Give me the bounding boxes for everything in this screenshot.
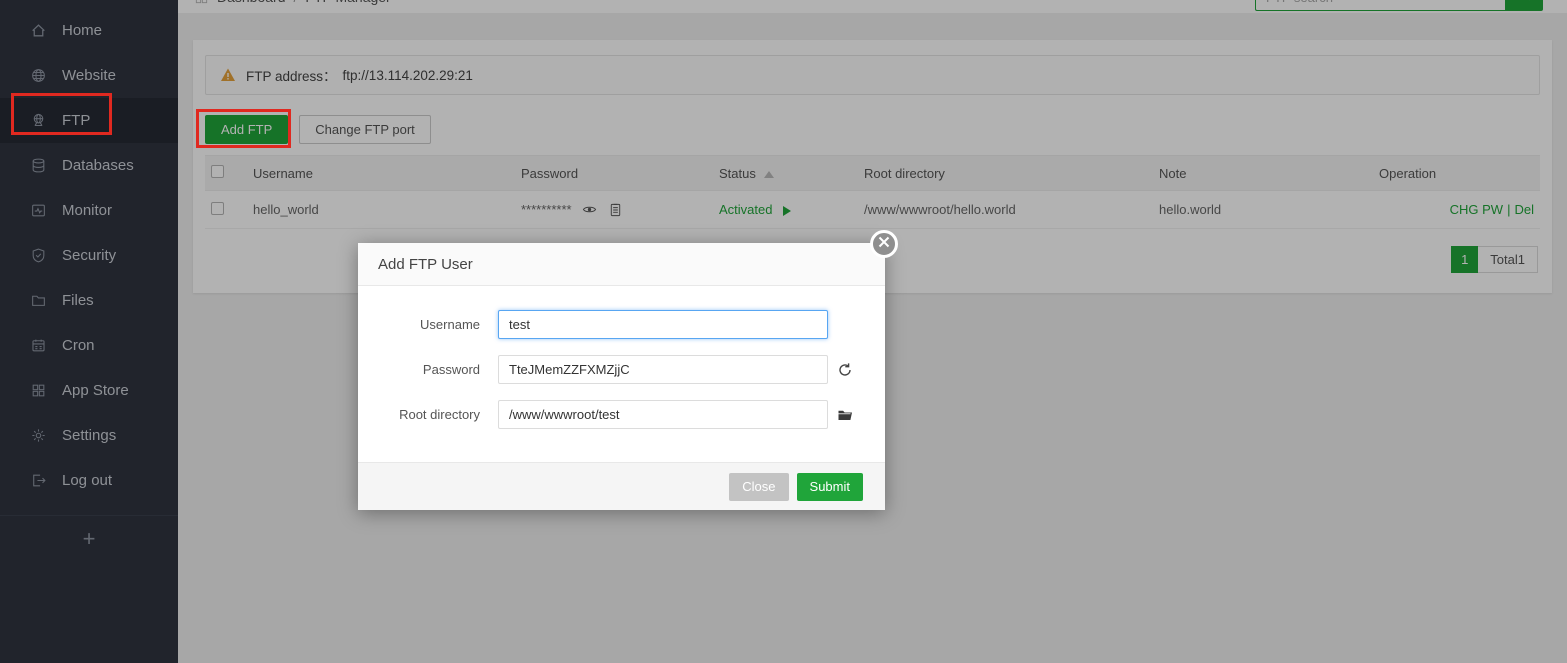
add-ftp-user-modal: Add FTP User Username Password Root dire… [358,243,885,510]
modal-cancel-button[interactable]: Close [729,473,788,501]
password-field[interactable] [498,355,828,384]
root-directory-field[interactable] [498,400,828,429]
modal-body: Username Password Root directory [358,286,885,429]
modal-close-button[interactable] [870,230,898,258]
browse-folder-icon[interactable] [837,407,853,423]
password-label: Password [358,362,480,377]
modal-header: Add FTP User [358,243,885,286]
username-label: Username [358,317,480,332]
modal-submit-button[interactable]: Submit [797,473,863,501]
regenerate-password-icon[interactable] [837,362,853,378]
password-row: Password [358,355,885,384]
username-field[interactable] [498,310,828,339]
close-icon [878,235,890,253]
modal-title: Add FTP User [378,256,473,273]
username-row: Username [358,310,885,339]
modal-footer: Close Submit [358,462,885,510]
root-directory-row: Root directory [358,400,885,429]
root-directory-label: Root directory [358,407,480,422]
